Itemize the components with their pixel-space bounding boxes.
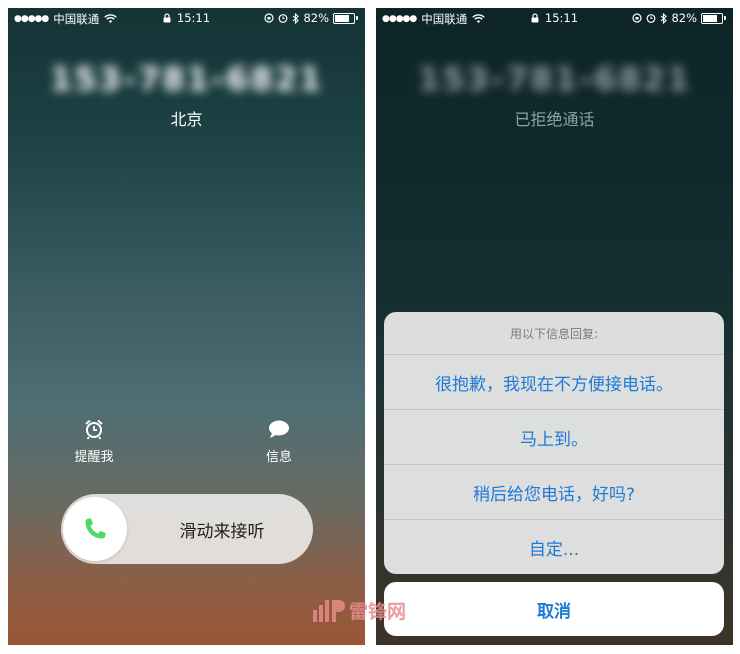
slide-to-answer-label: 滑动来接听 — [179, 521, 265, 542]
phone-handset-icon — [85, 518, 106, 539]
alarm-icon — [647, 14, 656, 23]
alarm-icon — [279, 14, 288, 23]
reply-option-busy[interactable]: 很抱歉，我现在不方便接电话。 — [384, 355, 724, 410]
reply-option-call-later[interactable]: 稍后给您电话，好吗? — [384, 465, 724, 520]
incoming-call-screen: ●●●●● 中国联通 15:11 82% 153-781-6821 北京 提醒我… — [8, 8, 365, 645]
reply-option-custom[interactable]: 自定... — [384, 520, 724, 574]
bluetooth-icon — [293, 12, 300, 24]
caller-number: 153-781-6821 — [49, 60, 324, 98]
remind-me-label: 提醒我 — [74, 450, 114, 465]
watermark: 雷锋网 — [312, 597, 406, 624]
battery-icon — [701, 12, 723, 24]
reply-option-on-my-way[interactable]: 马上到。 — [384, 410, 724, 465]
answer-knob[interactable] — [63, 497, 127, 561]
battery-percentage: 82% — [303, 11, 329, 25]
reply-with-message-screen: ●●●●● 中国联通 15:11 82% 153-781-6821 已拒绝通话 … — [376, 8, 733, 645]
lock-icon — [531, 13, 539, 23]
battery-percentage: 82% — [671, 11, 697, 25]
message-button[interactable]: 信息 — [249, 418, 309, 465]
caller-number: 153-781-6821 — [417, 60, 692, 98]
message-label: 信息 — [265, 450, 292, 465]
lock-icon — [163, 13, 171, 23]
rotation-lock-icon — [264, 13, 275, 23]
slide-to-answer[interactable]: 滑动来接听 — [61, 494, 313, 564]
status-time: 15:11 — [544, 11, 579, 25]
remind-me-button[interactable]: 提醒我 — [64, 418, 124, 465]
alarm-clock-icon — [85, 419, 103, 440]
reply-message-sheet: 用以下信息回复: 很抱歉，我现在不方便接电话。 马上到。 稍后给您电话，好吗? … — [384, 312, 724, 574]
status-time: 15:11 — [176, 11, 211, 25]
reply-sheet-title: 用以下信息回复: — [384, 312, 724, 355]
status-bar: ●●●●● 中国联通 15:11 82% — [8, 8, 365, 28]
call-declined-status: 已拒绝通话 — [514, 110, 595, 129]
cancel-button[interactable]: 取消 — [384, 582, 724, 636]
battery-icon — [333, 12, 355, 24]
bluetooth-icon — [661, 12, 668, 24]
status-bar: ●●●●● 中国联通 15:11 82% — [376, 8, 733, 28]
watermark-text: 雷锋网 — [349, 601, 407, 623]
caller-location: 北京 — [170, 110, 203, 129]
watermark-logo — [313, 599, 345, 622]
message-bubble-icon — [269, 420, 289, 438]
rotation-lock-icon — [632, 13, 643, 23]
